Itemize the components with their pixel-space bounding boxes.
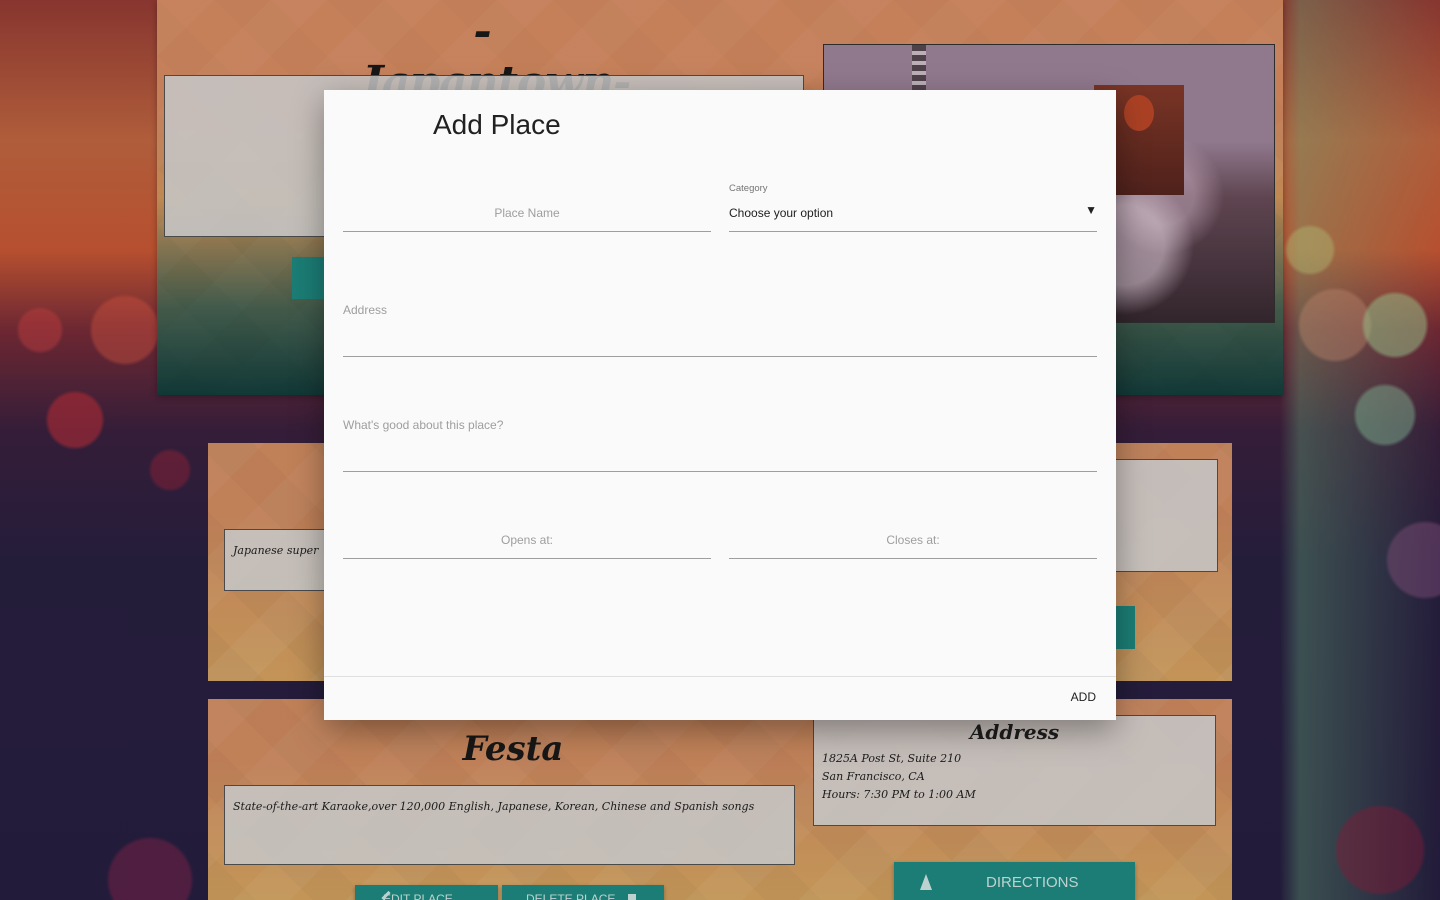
category-select[interactable]: Category Choose your option ▼	[729, 183, 1097, 232]
closes-at-input[interactable]: Closes at:	[729, 520, 1097, 559]
page: -Japantown- A neighborhood predic Franci…	[0, 0, 1440, 900]
address-placeholder: Address	[343, 303, 388, 317]
place-name-placeholder: Place Name	[494, 206, 560, 220]
category-value: Choose your option	[729, 206, 834, 220]
modal-footer: ADD	[324, 676, 1116, 721]
closes-at-placeholder: Closes at:	[886, 533, 940, 547]
modal-title: Add Place	[433, 109, 561, 140]
add-button[interactable]: ADD	[1071, 690, 1096, 704]
dropdown-arrow-icon: ▼	[1085, 203, 1097, 217]
whats-good-input[interactable]: What's good about this place?	[343, 415, 1097, 472]
category-label: Category	[729, 183, 768, 194]
opens-at-placeholder: Opens at:	[500, 533, 554, 547]
whats-good-placeholder: What's good about this place?	[343, 418, 504, 432]
place-name-input[interactable]: Place Name	[343, 190, 711, 232]
opens-at-input[interactable]: Opens at:	[343, 520, 711, 559]
address-input[interactable]: Address	[343, 300, 1097, 357]
add-place-modal: Add Place Place Name Category Choose you…	[324, 90, 1116, 720]
